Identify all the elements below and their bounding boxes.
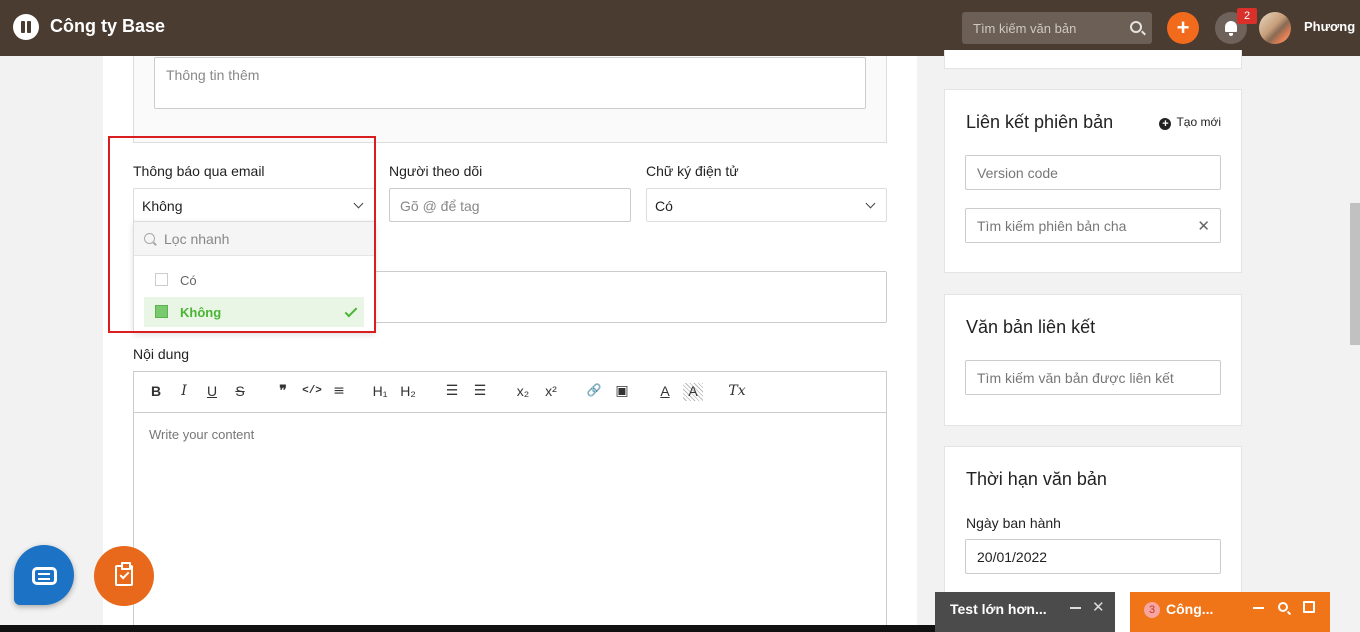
ordered-list-icon[interactable]: ☰ (442, 383, 462, 401)
create-new-link[interactable]: + Tạo mới (1159, 115, 1221, 130)
linked-docs-title: Văn bản liên kết (966, 317, 1096, 337)
global-search[interactable] (962, 12, 1152, 44)
extra-info-field[interactable]: Thông tin thêm (154, 57, 866, 109)
top-bar: Công ty Base + 2 Phương (0, 0, 1360, 56)
chat-button[interactable] (14, 545, 74, 605)
chat-tab-label: Công... (1166, 601, 1214, 617)
parent-version-search[interactable]: Tìm kiếm phiên bản cha ✕ (965, 208, 1221, 243)
task-button[interactable] (94, 546, 154, 606)
strike-button[interactable]: S (230, 383, 250, 401)
doc-deadline-title: Thời hạn văn bản (966, 469, 1107, 489)
plus-circle-icon: + (1159, 118, 1172, 130)
align-icon[interactable]: ≡ (329, 383, 349, 401)
clipboard-check-icon (115, 562, 133, 586)
company-name[interactable]: Công ty Base (50, 16, 165, 37)
previous-card (944, 50, 1242, 69)
notification-badge: 2 (1237, 8, 1257, 24)
search-icon[interactable] (1278, 602, 1288, 612)
minimize-icon[interactable] (1070, 607, 1081, 609)
unread-count-badge: 3 (1144, 602, 1160, 618)
chat-tab-label: Test lớn hơn... (950, 601, 1047, 617)
heading-2-button[interactable]: H₂ (398, 383, 418, 401)
linked-docs-card: Văn bản liên kết Tìm kiếm văn bản được l… (944, 294, 1242, 426)
background-color-icon[interactable]: A (683, 383, 703, 401)
link-icon[interactable]: 🔗 (584, 383, 604, 401)
editor-placeholder: Write your content (149, 427, 255, 442)
clear-format-icon[interactable]: Tx (727, 383, 747, 401)
heading-1-button[interactable]: H₁ (370, 383, 390, 401)
add-button[interactable]: + (1167, 12, 1199, 44)
image-icon[interactable]: ▣ (612, 383, 632, 401)
user-name[interactable]: Phương (1304, 19, 1355, 34)
scrollbar-thumb[interactable] (1350, 203, 1360, 345)
content-editor[interactable]: B I U S ❞ </> ≡ H₁ H₂ ☰ ☰ x₂ x² 🔗 ▣ A A … (133, 371, 887, 632)
code-icon[interactable]: </> (300, 385, 324, 403)
content-label: Nội dung (133, 346, 190, 362)
e-signature-select[interactable]: Có (646, 188, 887, 222)
italic-button[interactable]: I (174, 383, 194, 401)
bold-button[interactable]: B (146, 383, 166, 401)
search-icon[interactable] (1130, 21, 1142, 33)
close-icon[interactable]: ✕ (1092, 598, 1105, 616)
highlight-frame (108, 136, 376, 333)
underline-button[interactable]: U (202, 383, 222, 401)
chat-icon (32, 567, 57, 585)
search-input[interactable] (962, 12, 1112, 44)
external-link-icon[interactable] (1303, 601, 1315, 613)
linked-docs-search[interactable]: Tìm kiếm văn bản được liên kết (965, 360, 1221, 395)
bell-icon (1225, 21, 1237, 36)
close-icon[interactable]: ✕ (1197, 217, 1210, 235)
avatar[interactable] (1259, 12, 1291, 44)
chat-tab[interactable]: Test lớn hơn... ✕ (935, 592, 1115, 632)
version-link-card: Liên kết phiên bản + Tạo mới Version code… (944, 89, 1242, 273)
font-color-icon[interactable]: A (655, 383, 675, 401)
followers-input[interactable]: Gõ @ để tag (389, 188, 631, 222)
quote-icon[interactable]: ❞ (273, 383, 293, 401)
issue-date-label: Ngày ban hành (966, 515, 1061, 531)
subscript-button[interactable]: x₂ (513, 383, 533, 401)
create-new-label: Tạo mới (1176, 115, 1221, 129)
superscript-button[interactable]: x² (541, 383, 561, 401)
version-link-title: Liên kết phiên bản (966, 112, 1114, 132)
followers-label: Người theo dõi (389, 163, 483, 179)
minimize-icon[interactable] (1253, 607, 1264, 609)
parent-version-placeholder: Tìm kiếm phiên bản cha (977, 218, 1127, 234)
e-signature-value: Có (655, 198, 673, 214)
bullet-list-icon[interactable]: ☰ (470, 383, 490, 401)
base-logo-icon[interactable] (13, 14, 39, 40)
editor-toolbar: B I U S ❞ </> ≡ H₁ H₂ ☰ ☰ x₂ x² 🔗 ▣ A A … (134, 372, 886, 413)
chat-tab[interactable]: 3 Công... (1130, 592, 1330, 632)
e-signature-label: Chữ ký điện tử (646, 163, 739, 179)
bottom-bar (0, 625, 935, 632)
chevron-down-icon (865, 198, 876, 209)
version-code-input[interactable]: Version code (965, 155, 1221, 190)
issue-date-input[interactable]: 20/01/2022 (965, 539, 1221, 574)
